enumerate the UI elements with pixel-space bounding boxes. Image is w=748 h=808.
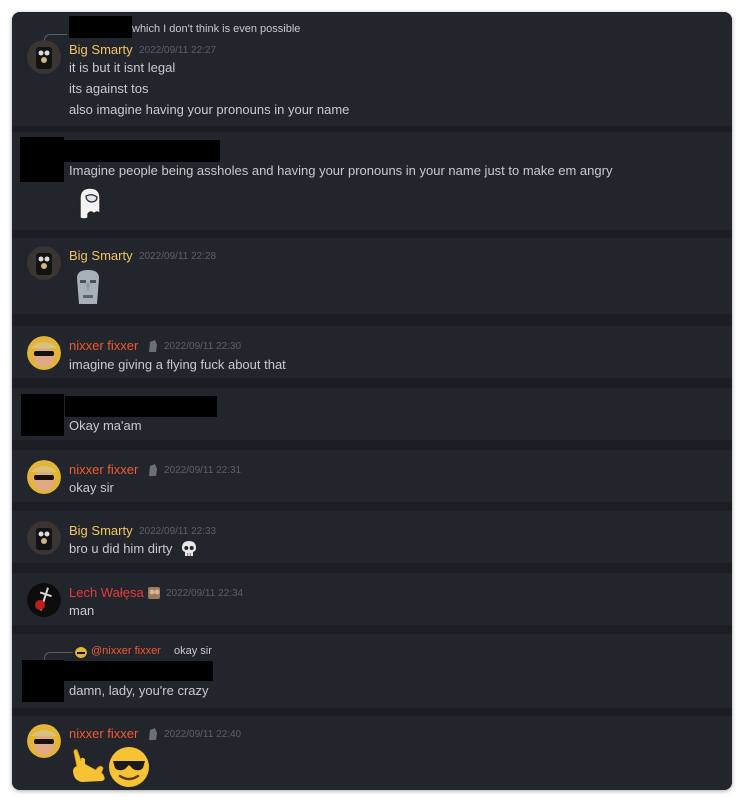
redacted-avatar <box>22 660 64 702</box>
message-line: damn, lady, you're crazy <box>69 683 209 698</box>
message-line: imagine giving a flying fuck about that <box>69 357 286 372</box>
author-name[interactable]: Big Smarty <box>69 523 133 538</box>
role-badge-icon <box>146 339 160 353</box>
message-2[interactable]: Imagine people being assholes and having… <box>12 132 732 230</box>
avatar[interactable] <box>27 583 61 617</box>
message-5[interactable]: Okay ma'am <box>12 388 732 440</box>
role-badge-icon <box>147 586 161 600</box>
moai-emoji-icon[interactable] <box>72 268 104 306</box>
reply-avatar <box>75 646 87 658</box>
message-line: Imagine people being assholes and having… <box>69 163 613 178</box>
timestamp: 2022/09/11 22:33 <box>139 526 217 537</box>
redacted-author-name <box>64 661 213 681</box>
message-line: okay sir <box>69 480 114 495</box>
timestamp: 2022/09/11 22:27 <box>139 45 217 56</box>
redacted-author-name <box>64 140 220 162</box>
message-line: its against tos <box>69 81 149 96</box>
avatar-image <box>27 460 61 494</box>
reply-preview-text[interactable]: okay sir <box>174 645 212 657</box>
message-line: also imagine having your pronouns in you… <box>69 102 350 117</box>
author-name[interactable]: nixxer fixxer <box>69 338 138 353</box>
timestamp: 2022/09/11 22:28 <box>139 251 217 262</box>
avatar-image <box>27 336 61 370</box>
among-us-ghost-sticker-icon[interactable] <box>70 184 108 222</box>
chat-panel: which I don't think is even possible Big… <box>12 12 732 790</box>
message-line: it is but it isnt legal <box>69 60 176 75</box>
message-6[interactable]: nixxer fixxer 2022/09/11 22:31 okay sir <box>12 450 732 502</box>
avatar-image <box>27 521 61 555</box>
call-me-hand-emoji-icon[interactable] <box>68 746 108 786</box>
timestamp: 2022/09/11 22:40 <box>164 729 242 740</box>
avatar[interactable] <box>27 246 61 280</box>
message-8[interactable]: Lech Wałęsa 2022/09/11 22:34 man <box>12 573 732 625</box>
skull-emoji-icon <box>180 540 198 558</box>
message-9[interactable]: @nixxer fixxer okay sir damn, lady, you'… <box>12 634 732 708</box>
message-10[interactable]: nixxer fixxer 2022/09/11 22:40 <box>12 716 732 790</box>
avatar-image <box>27 40 61 74</box>
reply-author-mention[interactable]: @nixxer fixxer <box>91 645 161 657</box>
author-name[interactable]: nixxer fixxer <box>69 462 138 477</box>
avatar-image <box>27 246 61 280</box>
author-name[interactable]: Big Smarty <box>69 248 133 263</box>
avatar[interactable] <box>27 724 61 758</box>
redacted-avatar <box>20 137 64 182</box>
avatar[interactable] <box>27 40 61 74</box>
message-4[interactable]: nixxer fixxer 2022/09/11 22:30 imagine g… <box>12 326 732 378</box>
message-line: Okay ma'am <box>69 418 142 433</box>
message-line: bro u did him dirty <box>69 541 173 556</box>
message-1[interactable]: which I don't think is even possible Big… <box>12 12 732 126</box>
avatar-image <box>27 724 61 758</box>
timestamp: 2022/09/11 22:34 <box>166 588 244 599</box>
avatar-image <box>27 583 61 617</box>
timestamp: 2022/09/11 22:30 <box>164 341 242 352</box>
redacted-author-name <box>65 396 217 417</box>
author-name[interactable]: Big Smarty <box>69 42 133 57</box>
avatar[interactable] <box>27 460 61 494</box>
avatar[interactable] <box>27 336 61 370</box>
role-badge-icon <box>146 727 160 741</box>
timestamp: 2022/09/11 22:31 <box>164 465 242 476</box>
message-line: man <box>69 603 95 618</box>
author-name[interactable]: Lech Wałęsa <box>69 585 144 600</box>
reply-preview-text[interactable]: which I don't think is even possible <box>132 23 300 35</box>
message-3[interactable]: Big Smarty 2022/09/11 22:28 <box>12 238 732 314</box>
message-7[interactable]: Big Smarty 2022/09/11 22:33 bro u did hi… <box>12 511 732 563</box>
avatar[interactable] <box>27 521 61 555</box>
redacted-reply-author <box>69 16 132 38</box>
redacted-avatar <box>21 394 64 436</box>
sunglasses-face-emoji-icon[interactable] <box>108 746 150 788</box>
author-name[interactable]: nixxer fixxer <box>69 726 138 741</box>
role-badge-icon <box>146 463 160 477</box>
